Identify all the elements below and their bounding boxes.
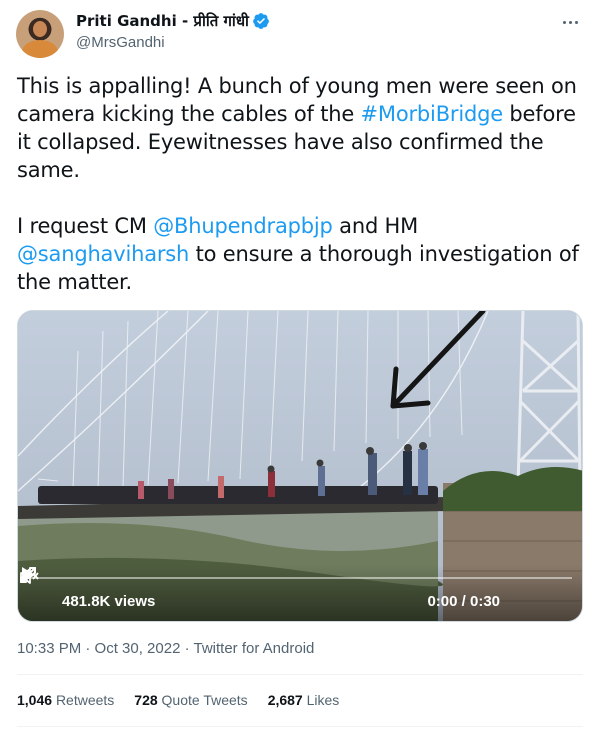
author-block: Priti Gandhi - प्रीति गांधी @MrsGandhi [76,11,270,51]
retweets-stat[interactable]: 1,046 Retweets [17,692,114,708]
retweets-count: 1,046 [17,692,53,708]
author-handle[interactable]: @MrsGandhi [76,34,270,51]
dot [568,20,572,24]
tweet-paragraph-1: This is appalling! A bunch of young men … [17,72,583,184]
tweet-stats: 1,046 Retweets 728 Quote Tweets 2,687 Li… [17,692,339,708]
avatar-shoulders [22,40,58,58]
likes-label: Likes [306,692,340,708]
dot [562,20,566,24]
likes-count: 2,687 [267,692,303,708]
more-options-icon[interactable] [558,12,582,32]
quote-tweets-label: Quote Tweets [161,692,248,708]
avatar[interactable] [16,10,64,58]
quote-tweets-stat[interactable]: 728 Quote Tweets [134,692,247,708]
tweet-text-segment: and HM [332,214,419,238]
dot [574,20,578,24]
avatar-face [33,21,47,37]
name-row: Priti Gandhi - प्रीति गांधी [76,11,270,31]
fullscreen-icon[interactable] [18,565,38,585]
verified-badge-icon [253,13,269,29]
view-count: 481.8K views [62,593,156,610]
tweet-header: Priti Gandhi - प्रीति गांधी @MrsGandhi [16,10,584,60]
divider [17,674,583,675]
mention-link[interactable]: @sanghaviharsh [17,242,189,266]
divider [17,726,583,727]
tweet-source-app[interactable]: Twitter for Android [193,640,314,657]
likes-stat[interactable]: 2,687 Likes [268,692,340,708]
tweet-text-segment: I request CM [17,214,154,238]
author-display-name[interactable]: Priti Gandhi - प्रीति गांधी [76,11,249,31]
mention-link[interactable]: @Bhupendrapbjp [153,214,333,238]
retweets-label: Retweets [55,692,115,708]
video-controls: 481.8K views 0:00 / 0:30 [18,565,582,621]
tweet-time[interactable]: 10:33 PM · Oct 30, 2022 · [17,640,193,657]
hashtag-link[interactable]: #MorbiBridge [361,102,504,126]
video-player[interactable]: 481.8K views 0:00 / 0:30 [17,310,583,622]
tweet-timestamp: 10:33 PM · Oct 30, 2022 · Twitter for An… [17,640,314,657]
tweet-text: This is appalling! A bunch of young men … [17,72,583,324]
video-progress-bar[interactable] [28,577,572,579]
quote-tweets-count: 728 [134,692,158,708]
video-timecode: 0:00 / 0:30 [427,593,500,610]
tweet-paragraph-2: I request CM @Bhupendrapbjp and HM @sang… [17,212,583,296]
